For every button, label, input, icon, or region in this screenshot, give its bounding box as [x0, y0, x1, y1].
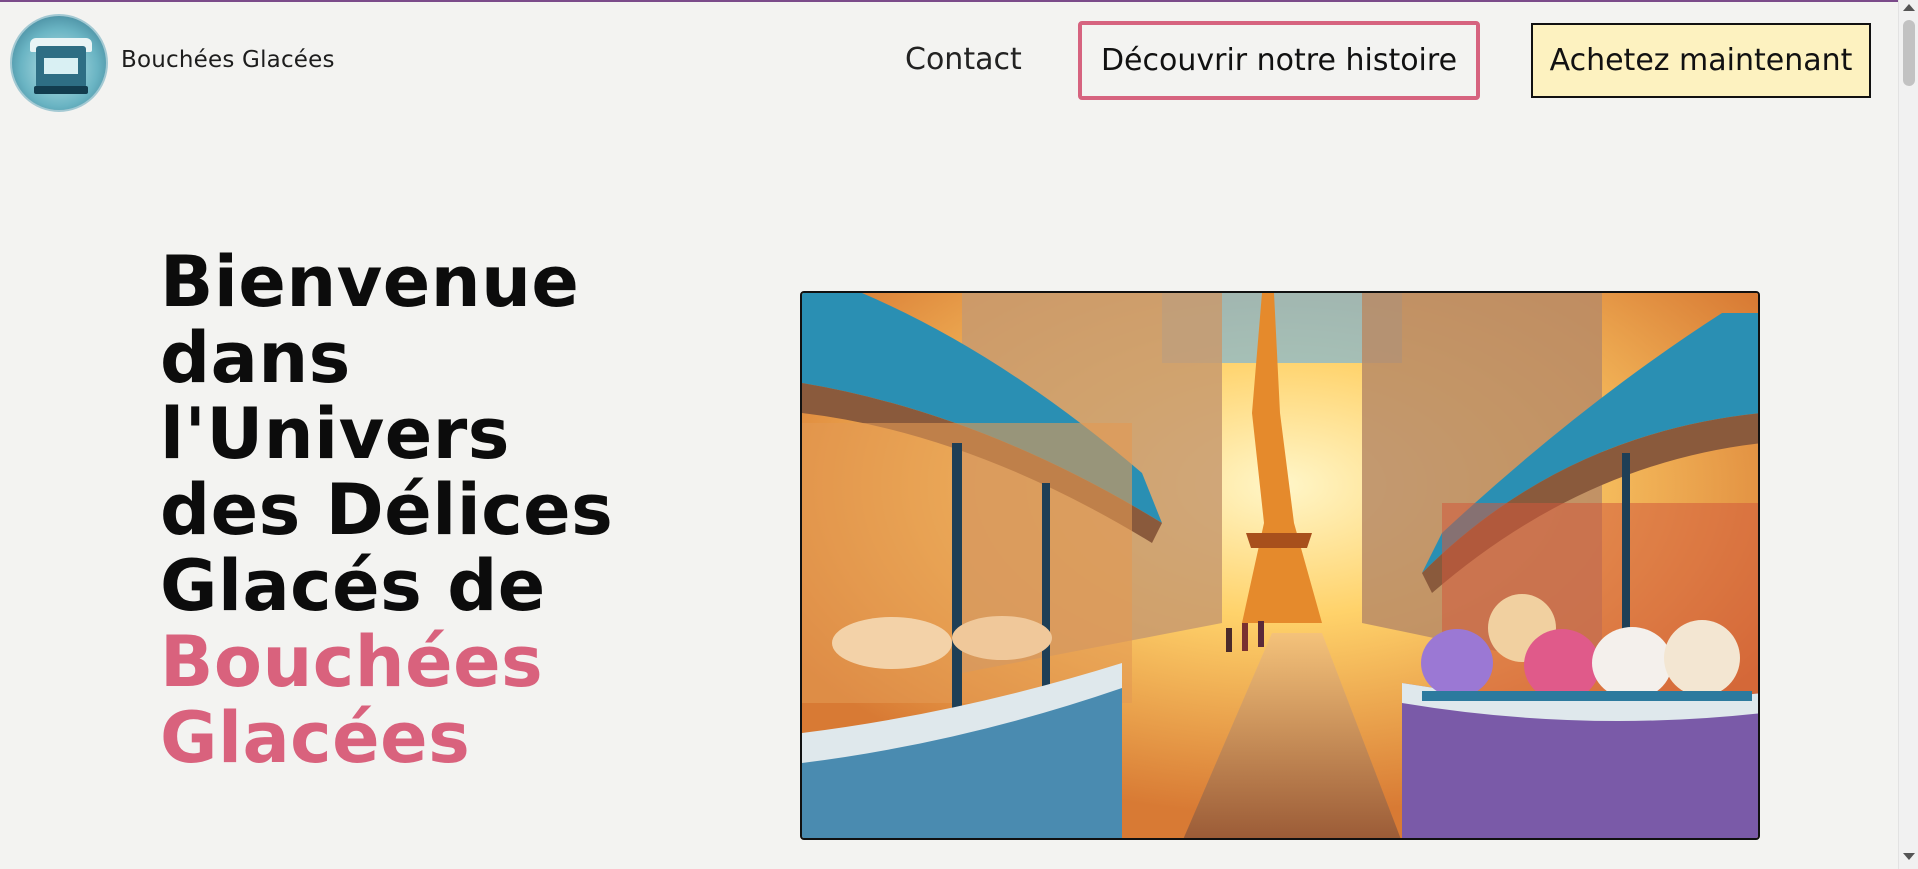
site-header: Bouchées Glacées Contact Découvrir notre… [0, 0, 1898, 120]
logo-window [44, 58, 78, 74]
hero-title-line: Glacés de [160, 545, 546, 627]
paris-ice-cream-street-illustration [802, 293, 1758, 838]
hero-title-line: l'Univers [160, 393, 510, 475]
page-scrollbar[interactable] [1898, 0, 1918, 869]
hero-title-accent: Glacées [160, 697, 471, 779]
scroll-up-arrow-icon[interactable] [1903, 4, 1915, 11]
buy-now-button[interactable]: Achetez maintenant [1531, 23, 1871, 98]
shop-logo-icon[interactable] [10, 14, 108, 112]
scroll-down-arrow-icon[interactable] [1903, 853, 1915, 860]
scroll-thumb[interactable] [1903, 20, 1915, 86]
hero-title-accent: Bouchées [160, 621, 544, 703]
nav-contact-link[interactable]: Contact [905, 42, 1022, 77]
hero-title-line: des Délices [160, 469, 614, 551]
discover-story-button[interactable]: Découvrir notre histoire [1078, 21, 1480, 100]
hero-title-line: Bienvenue [160, 241, 580, 323]
hero-title-line: dans [160, 317, 351, 399]
hero-title: Bienvenue dans l'Univers des Délices Gla… [160, 244, 680, 776]
hero-image [800, 291, 1760, 840]
logo-base [34, 86, 88, 94]
brand-name[interactable]: Bouchées Glacées [121, 47, 335, 73]
